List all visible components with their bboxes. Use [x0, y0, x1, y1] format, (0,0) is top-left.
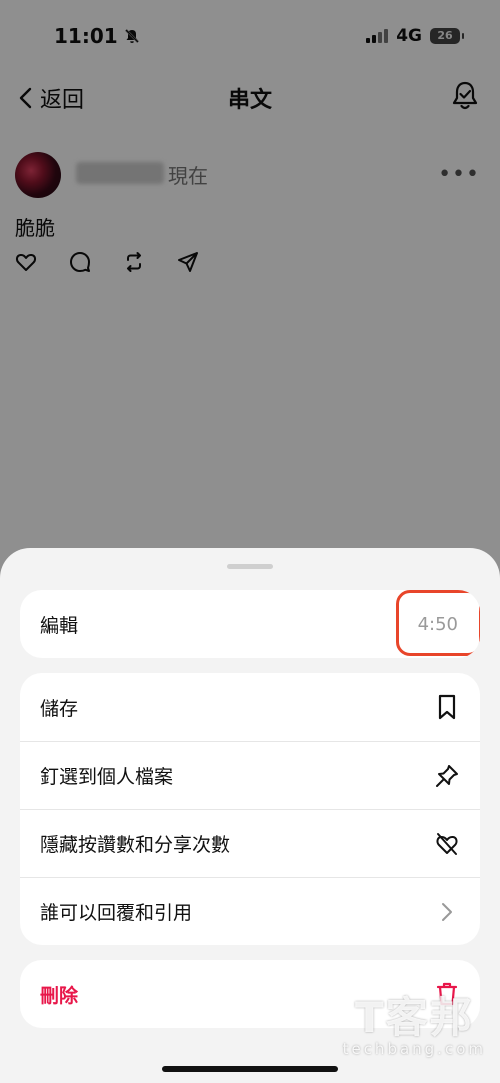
home-indicator[interactable]: [162, 1066, 338, 1072]
edit-button[interactable]: 編輯 4:50: [20, 590, 480, 658]
hide-likes-label: 隱藏按讚數和分享次數: [40, 834, 231, 856]
pin-label: 釘選到個人檔案: [40, 766, 174, 788]
heart-off-icon: [434, 831, 460, 857]
pin-to-profile-button[interactable]: 釘選到個人檔案: [20, 741, 480, 809]
reply-permissions-button[interactable]: 誰可以回覆和引用: [20, 877, 480, 945]
save-button[interactable]: 儲存: [20, 673, 480, 741]
watermark: T客邦 techbang.com: [342, 993, 486, 1059]
edit-label: 編輯: [40, 614, 79, 637]
watermark-url: techbang.com: [342, 1040, 486, 1058]
edit-group: 編輯 4:50: [20, 590, 480, 658]
watermark-logo: T客邦: [354, 993, 474, 1042]
sheet-drag-handle[interactable]: [227, 564, 273, 569]
pin-icon: [434, 763, 460, 789]
hide-likes-button[interactable]: 隱藏按讚數和分享次數: [20, 809, 480, 877]
options-group: 儲存 釘選到個人檔案 隱藏按讚數和分享次數 誰可以回覆和引用: [20, 673, 480, 945]
bookmark-icon: [434, 694, 460, 720]
timer-highlight-box: [396, 590, 480, 656]
save-label: 儲存: [40, 697, 79, 720]
reply-permissions-label: 誰可以回覆和引用: [40, 902, 193, 924]
chevron-right-icon: [434, 899, 460, 925]
